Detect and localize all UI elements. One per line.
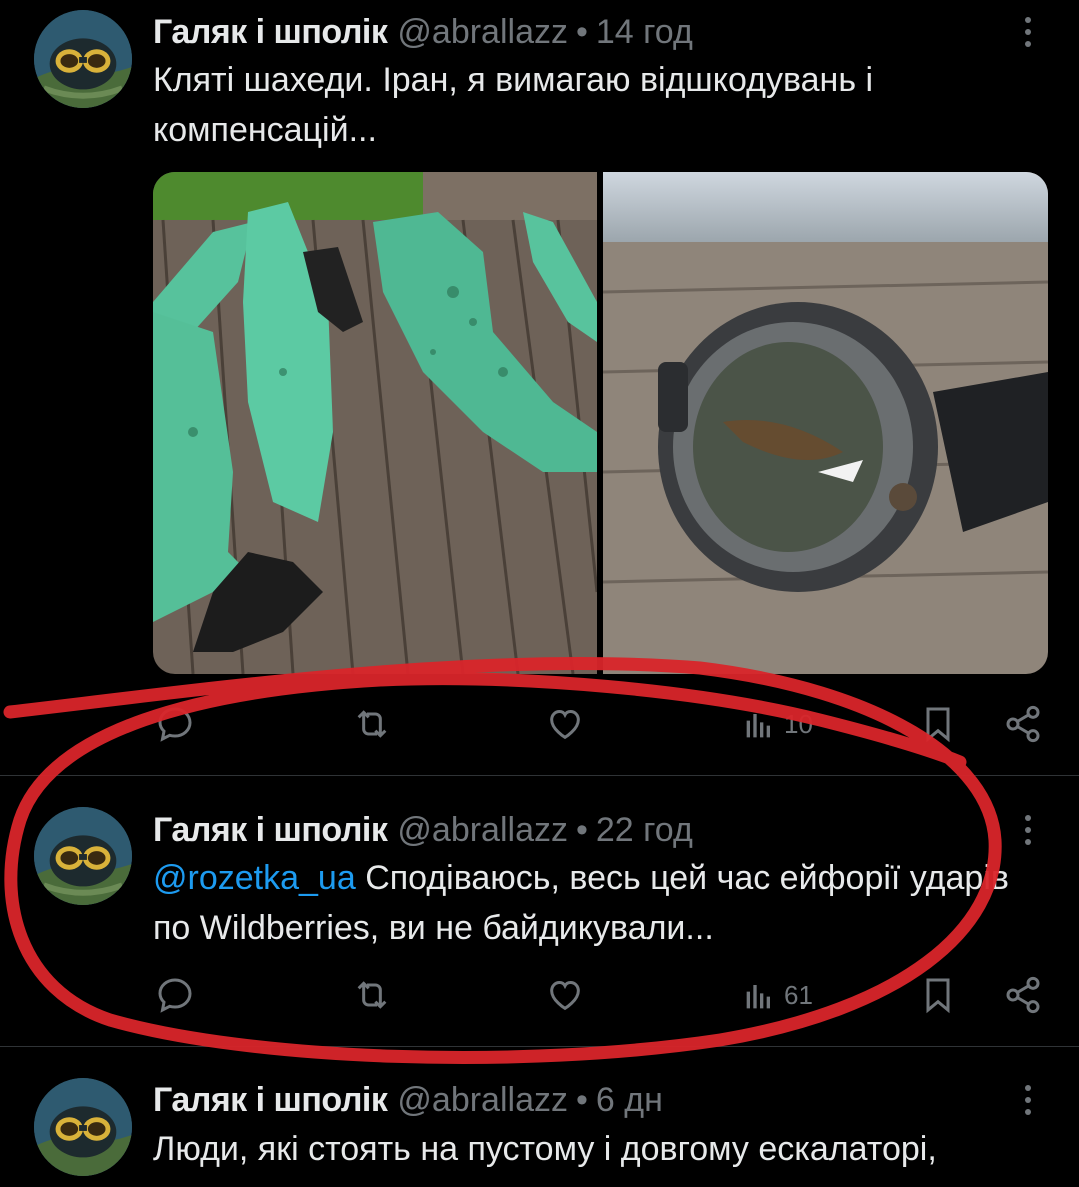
author-name[interactable]: Галяк і шполік <box>153 811 388 850</box>
tweet-text-line: Кляті шахеди. Іран, я вимагаю відшкодува… <box>153 61 874 99</box>
tweet-header: Галяк і шполік @abrallazz • 22 год <box>153 810 693 850</box>
views-count: 10 <box>784 708 813 739</box>
tweet-divider <box>0 1046 1079 1047</box>
avatar[interactable] <box>34 807 132 905</box>
tweet-media[interactable] <box>153 172 1048 674</box>
avatar[interactable] <box>34 10 132 108</box>
tweet-text-line: по Wildberries, ви не байдикували... <box>153 909 714 947</box>
timestamp[interactable]: 6 дн <box>596 1081 663 1120</box>
tweet-text-line: Люди, які стоять на пустому і довгому ес… <box>153 1130 937 1168</box>
author-handle[interactable]: @abrallazz <box>397 13 568 52</box>
tweet-header: Галяк і шполік @abrallazz • 6 дн <box>153 1080 663 1120</box>
more-icon[interactable] <box>1016 810 1040 850</box>
bookmark-icon[interactable] <box>918 965 958 1025</box>
author-handle[interactable]: @abrallazz <box>397 1081 568 1120</box>
tweet-text-line: @rozetka_ua Сподіваюсь, весь цей час ейф… <box>153 853 1053 903</box>
tweet-header: Галяк і шполік @abrallazz • 14 год <box>153 12 693 52</box>
separator-dot: • <box>575 810 588 849</box>
mention-link[interactable]: @rozetka_ua <box>153 859 356 897</box>
avatar-image <box>34 807 132 905</box>
dive-computer-photo-image <box>603 172 1048 674</box>
author-handle[interactable]: @abrallazz <box>397 811 568 850</box>
reply-icon[interactable] <box>155 694 195 754</box>
views-count: 61 <box>784 979 813 1010</box>
views-icon[interactable]: 61 <box>740 965 813 1025</box>
timestamp[interactable]: 14 год <box>596 13 693 52</box>
tweet-text-line: компенсацій... <box>153 111 377 149</box>
share-icon[interactable] <box>1003 694 1043 754</box>
like-icon[interactable] <box>545 694 585 754</box>
wetsuit-photo-image <box>153 172 597 674</box>
avatar[interactable] <box>34 1078 132 1176</box>
retweet-icon[interactable] <box>352 694 392 754</box>
more-icon[interactable] <box>1016 1080 1040 1120</box>
tweet-text: Люди, які стоять на пустому і довгому ес… <box>153 1124 1053 1174</box>
tweet-actions: 61 <box>0 965 1079 1025</box>
views-icon[interactable]: 10 <box>740 694 813 754</box>
share-icon[interactable] <box>1003 965 1043 1025</box>
more-icon[interactable] <box>1016 12 1040 52</box>
retweet-icon[interactable] <box>352 965 392 1025</box>
dive-computer-photo[interactable] <box>603 172 1048 674</box>
separator-dot: • <box>575 12 588 51</box>
timestamp[interactable]: 22 год <box>596 811 693 850</box>
reply-icon[interactable] <box>155 965 195 1025</box>
like-icon[interactable] <box>545 965 585 1025</box>
tweet-text: @rozetka_ua Сподіваюсь, весь цей час ейф… <box>153 853 1053 953</box>
bookmark-icon[interactable] <box>918 694 958 754</box>
tweet-actions: 10 <box>0 694 1079 754</box>
wetsuit-photo[interactable] <box>153 172 597 674</box>
author-name[interactable]: Галяк і шполік <box>153 13 388 52</box>
tweet-text-fragment: Сподіваюсь, весь цей час ейфорії ударів <box>355 859 1009 897</box>
avatar-image <box>34 10 132 108</box>
author-name[interactable]: Галяк і шполік <box>153 1081 388 1120</box>
tweet-divider <box>0 775 1079 776</box>
separator-dot: • <box>575 1080 588 1119</box>
avatar-image <box>34 1078 132 1176</box>
tweet-text: Кляті шахеди. Іран, я вимагаю відшкодува… <box>153 55 1053 155</box>
